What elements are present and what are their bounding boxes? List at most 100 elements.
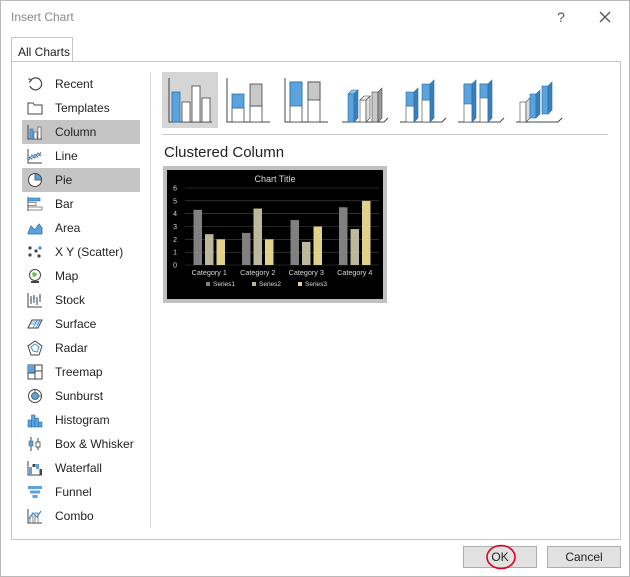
subtype-3d-clustered-column[interactable] [336,72,392,128]
subtype-title: Clustered Column [164,144,285,161]
sidebar-item-label: Combo [55,509,94,523]
subtype-stacked-column[interactable] [220,72,276,128]
combo-chart-icon [27,509,42,524]
dialog-footer: OK Cancel [1,541,629,577]
sidebar-item-map[interactable]: Map [22,264,140,288]
box-whisker-chart-icon [28,437,41,451]
ok-button[interactable]: OK [463,546,537,568]
x-tick-label: Category 1 [192,268,227,277]
legend-swatch [298,282,302,286]
subtype-3d-100-stacked-column[interactable] [452,72,508,128]
bar [290,220,299,265]
tab-all-charts[interactable]: All Charts [11,37,73,62]
area-chart-icon [27,223,43,235]
legend-label: Series3 [305,281,327,288]
3d-clustered-column-icon [342,87,389,123]
bar [302,241,311,265]
chart-preview[interactable]: Chart Title 0 1 2 3 4 5 6 Category 1 Category 2 C… [163,166,387,303]
sidebar-item-bar[interactable]: Bar [22,192,140,216]
stacked-column-icon [226,78,270,123]
gallery-separator [162,134,608,135]
close-icon [599,11,611,23]
sidebar-item-label: Stock [55,293,86,307]
sidebar-item-label: Bar [55,197,74,211]
sidebar-item-label: Pie [55,173,73,187]
chart-preview-canvas: Chart Title 0 1 2 3 4 5 6 Category 1 Category 2 C… [167,170,383,299]
sidebar-item-column[interactable]: Column [22,120,140,144]
bar [193,209,202,265]
surface-chart-icon [27,319,43,329]
bar [265,239,274,265]
subtype-clustered-column[interactable] [162,72,218,128]
scatter-chart-icon [28,246,42,258]
100-stacked-column-icon [284,78,328,123]
sidebar-item-area[interactable]: Area [22,216,140,240]
legend-label: Series1 [213,281,235,288]
x-tick-label: Category 3 [289,268,324,277]
y-tick-label: 6 [173,186,177,193]
subtype-3d-column[interactable] [510,72,566,128]
y-tick-label: 3 [173,224,177,231]
sidebar-item-sunburst[interactable]: Sunburst [22,384,140,408]
cancel-button[interactable]: Cancel [547,546,621,568]
sunburst-chart-icon [28,389,42,403]
sidebar-item-label: X Y (Scatter) [55,245,124,259]
sidebar-item-histogram[interactable]: Histogram [22,408,140,432]
sidebar-item-scatter[interactable]: X Y (Scatter) [22,240,140,264]
insert-chart-dialog: Insert Chart ? All Charts Recent Templat… [0,0,630,577]
pie-chart-icon [28,173,42,187]
sidebar-item-surface[interactable]: Surface [22,312,140,336]
subtype-3d-stacked-column[interactable] [394,72,450,128]
sidebar-item-funnel[interactable]: Funnel [22,480,140,504]
close-button[interactable] [591,5,619,29]
funnel-chart-icon [28,486,42,498]
tab-strip: All Charts [11,37,619,62]
tab-label: All Charts [18,45,71,59]
dialog-title: Insert Chart [11,10,74,24]
sidebar-item-label: Column [55,125,97,139]
y-tick-label: 4 [173,211,177,218]
sidebar-item-recent[interactable]: Recent [22,72,140,96]
waterfall-chart-icon [27,461,42,476]
sidebar-item-label: Radar [55,341,88,355]
bar-chart-icon [27,197,43,211]
sidebar-item-pie[interactable]: Pie [22,168,140,192]
sidebar-item-templates[interactable]: Templates [22,96,140,120]
chart-panel: Recent Templates Column Line Pie Bar Are… [11,61,621,540]
subtype-100-stacked-column[interactable] [278,72,334,128]
sidebar-item-combo[interactable]: Combo [22,504,140,528]
sidebar-item-label: Templates [55,101,110,115]
title-bar: Insert Chart ? [1,1,629,33]
sidebar-item-label: Sunburst [55,389,104,403]
3d-stacked-column-icon [400,79,447,123]
help-button[interactable]: ? [549,5,573,29]
y-tick-label: 1 [173,250,177,257]
sidebar-item-label: Map [55,269,79,283]
line-chart-icon [27,149,42,164]
column-chart-icon [27,125,42,140]
map-chart-icon [29,269,41,283]
clustered-column-icon [168,78,212,123]
sidebar-item-stock[interactable]: Stock [22,288,140,312]
3d-column-icon [516,81,563,123]
sidebar-item-treemap[interactable]: Treemap [22,360,140,384]
sidebar-item-label: Histogram [55,413,110,427]
bar [253,208,262,265]
sidebar-item-label: Box & Whisker [55,437,134,451]
sidebar-item-box-whisker[interactable]: Box & Whisker [22,432,140,456]
bar [313,226,322,265]
chart-title: Chart Title [254,174,295,184]
bar [205,234,214,265]
sidebar-item-label: Area [55,221,81,235]
recent-icon [28,77,43,91]
legend-swatch [252,282,256,286]
legend-label: Series2 [259,281,281,288]
histogram-chart-icon [27,414,43,428]
sidebar-item-waterfall[interactable]: Waterfall [22,456,140,480]
sidebar-item-radar[interactable]: Radar [22,336,140,360]
y-tick-label: 0 [173,263,177,270]
folder-icon [27,102,43,115]
sidebar-item-line[interactable]: Line [22,144,140,168]
chart-type-list: Recent Templates Column Line Pie Bar Are… [22,72,151,528]
preview-chart: Chart Title 0 1 2 3 4 5 6 Category 1 Category 2 C… [173,174,379,288]
